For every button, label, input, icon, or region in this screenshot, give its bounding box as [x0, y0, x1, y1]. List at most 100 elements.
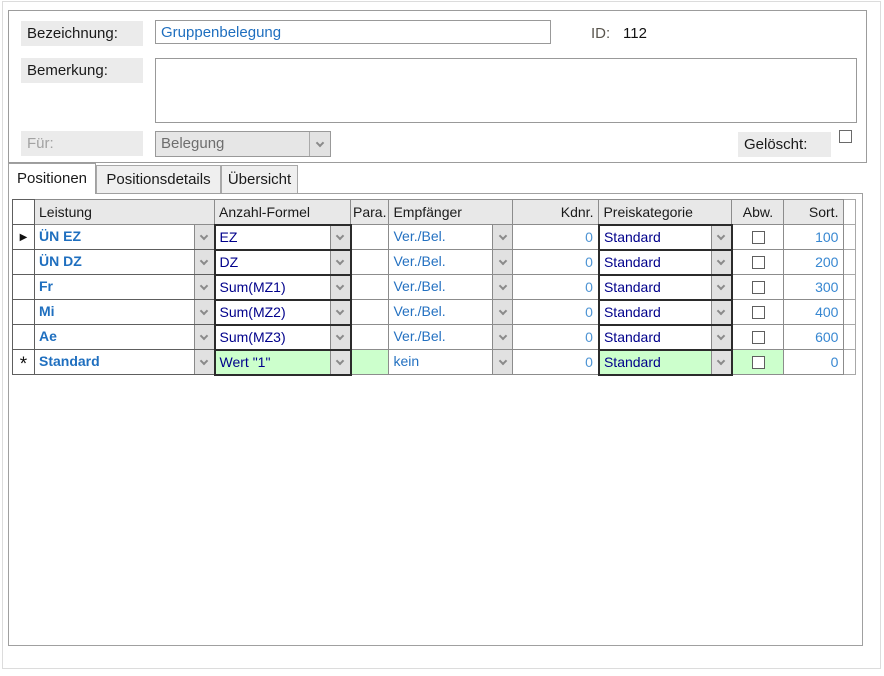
- preiskategorie-value: Standard: [600, 276, 711, 299]
- formel-combo-button[interactable]: [330, 351, 350, 374]
- sort-cell[interactable]: 300: [784, 275, 844, 300]
- table-row: Fr Sum(MZ1) Ver./Bel. 0 Standard 300: [13, 275, 856, 300]
- para-cell[interactable]: [351, 250, 389, 275]
- empfaenger-cell[interactable]: Ver./Bel.: [389, 300, 513, 325]
- para-cell[interactable]: [351, 300, 389, 325]
- leistung-cell[interactable]: Mi: [35, 300, 215, 325]
- tab-positionsdetails[interactable]: Positionsdetails: [96, 165, 221, 194]
- bezeichnung-input[interactable]: [155, 20, 551, 44]
- formel-combo-button[interactable]: [330, 326, 350, 349]
- preiskategorie-combo-button[interactable]: [711, 326, 731, 349]
- col-spacer: [844, 200, 856, 225]
- preiskategorie-value: Standard: [600, 251, 711, 274]
- empfaenger-cell[interactable]: kein: [389, 350, 513, 375]
- record-selector[interactable]: [13, 275, 35, 300]
- chevron-down-icon: [717, 256, 725, 264]
- abw-checkbox[interactable]: [752, 256, 765, 269]
- positions-grid: Leistung Anzahl-Formel Para. Empfänger K…: [12, 199, 856, 376]
- formel-cell[interactable]: DZ: [215, 250, 351, 275]
- leistung-cell[interactable]: Standard: [35, 350, 215, 375]
- preiskategorie-combo-button[interactable]: [711, 226, 731, 249]
- fuer-dropdown-button[interactable]: [309, 132, 330, 156]
- preiskategorie-cell[interactable]: Standard: [599, 225, 732, 250]
- sort-cell[interactable]: 400: [784, 300, 844, 325]
- fuer-combobox[interactable]: Belegung: [155, 131, 331, 157]
- leistung-cell[interactable]: ÜN EZ: [35, 225, 215, 250]
- chevron-down-icon: [499, 256, 507, 264]
- record-selector[interactable]: [13, 325, 35, 350]
- formel-combo-button[interactable]: [330, 251, 350, 274]
- abw-checkbox[interactable]: [752, 306, 765, 319]
- chevron-down-icon: [336, 281, 344, 289]
- preiskategorie-combo-button[interactable]: [711, 351, 731, 374]
- tab-uebersicht[interactable]: Übersicht: [221, 165, 298, 194]
- preiskategorie-cell[interactable]: Standard: [599, 275, 732, 300]
- kdnr-cell[interactable]: 0: [513, 350, 599, 375]
- record-selector[interactable]: [13, 250, 35, 275]
- kdnr-cell[interactable]: 0: [513, 250, 599, 275]
- leistung-combo-button[interactable]: [194, 325, 214, 349]
- tab-page-positionen: Leistung Anzahl-Formel Para. Empfänger K…: [8, 193, 863, 646]
- sort-cell[interactable]: 600: [784, 325, 844, 350]
- empfaenger-combo-button[interactable]: [492, 225, 512, 249]
- sort-cell[interactable]: 0: [784, 350, 844, 375]
- formel-combo-button[interactable]: [330, 276, 350, 299]
- record-selector[interactable]: ▶: [13, 225, 35, 250]
- sort-cell[interactable]: 100: [784, 225, 844, 250]
- preiskategorie-cell[interactable]: Standard: [599, 325, 732, 350]
- formel-combo-button[interactable]: [330, 226, 350, 249]
- formel-cell[interactable]: Wert "1": [215, 350, 351, 375]
- leistung-combo-button[interactable]: [194, 250, 214, 274]
- formel-value: Sum(MZ1): [216, 276, 330, 299]
- empfaenger-combo-button[interactable]: [492, 250, 512, 274]
- abw-checkbox[interactable]: [752, 231, 765, 244]
- leistung-combo-button[interactable]: [194, 350, 214, 374]
- leistung-combo-button[interactable]: [194, 275, 214, 299]
- formel-cell[interactable]: Sum(MZ1): [215, 275, 351, 300]
- abw-checkbox[interactable]: [752, 331, 765, 344]
- abw-cell: [732, 275, 784, 300]
- leistung-cell[interactable]: ÜN DZ: [35, 250, 215, 275]
- formel-cell[interactable]: EZ: [215, 225, 351, 250]
- preiskategorie-combo-button[interactable]: [711, 251, 731, 274]
- bemerkung-label: Bemerkung:: [21, 58, 143, 83]
- para-cell[interactable]: [351, 350, 389, 375]
- bemerkung-textarea[interactable]: [155, 58, 857, 123]
- empfaenger-combo-button[interactable]: [492, 325, 512, 349]
- formel-combo-button[interactable]: [330, 301, 350, 324]
- kdnr-cell[interactable]: 0: [513, 300, 599, 325]
- formel-cell[interactable]: Sum(MZ2): [215, 300, 351, 325]
- sort-cell[interactable]: 200: [784, 250, 844, 275]
- abw-checkbox[interactable]: [752, 356, 765, 369]
- empfaenger-combo-button[interactable]: [492, 275, 512, 299]
- preiskategorie-cell[interactable]: Standard: [599, 350, 732, 375]
- empfaenger-cell[interactable]: Ver./Bel.: [389, 275, 513, 300]
- preiskategorie-cell[interactable]: Standard: [599, 300, 732, 325]
- leistung-combo-button[interactable]: [194, 300, 214, 324]
- para-cell[interactable]: [351, 225, 389, 250]
- abw-checkbox[interactable]: [752, 281, 765, 294]
- kdnr-cell[interactable]: 0: [513, 225, 599, 250]
- empfaenger-combo-button[interactable]: [492, 300, 512, 324]
- col-preiskategorie: Preiskategorie: [599, 200, 732, 225]
- geloescht-checkbox[interactable]: [839, 130, 852, 143]
- leistung-combo-button[interactable]: [194, 225, 214, 249]
- preiskategorie-value: Standard: [600, 226, 711, 249]
- empfaenger-combo-button[interactable]: [492, 350, 512, 374]
- record-selector[interactable]: [13, 300, 35, 325]
- tab-positionen[interactable]: Positionen: [8, 163, 96, 194]
- empfaenger-cell[interactable]: Ver./Bel.: [389, 250, 513, 275]
- preiskategorie-combo-button[interactable]: [711, 276, 731, 299]
- para-cell[interactable]: [351, 325, 389, 350]
- leistung-cell[interactable]: Ae: [35, 325, 215, 350]
- leistung-cell[interactable]: Fr: [35, 275, 215, 300]
- preiskategorie-cell[interactable]: Standard: [599, 250, 732, 275]
- formel-cell[interactable]: Sum(MZ3): [215, 325, 351, 350]
- preiskategorie-combo-button[interactable]: [711, 301, 731, 324]
- record-selector[interactable]: *: [13, 350, 35, 375]
- kdnr-cell[interactable]: 0: [513, 275, 599, 300]
- empfaenger-cell[interactable]: Ver./Bel.: [389, 225, 513, 250]
- empfaenger-cell[interactable]: Ver./Bel.: [389, 325, 513, 350]
- kdnr-cell[interactable]: 0: [513, 325, 599, 350]
- para-cell[interactable]: [351, 275, 389, 300]
